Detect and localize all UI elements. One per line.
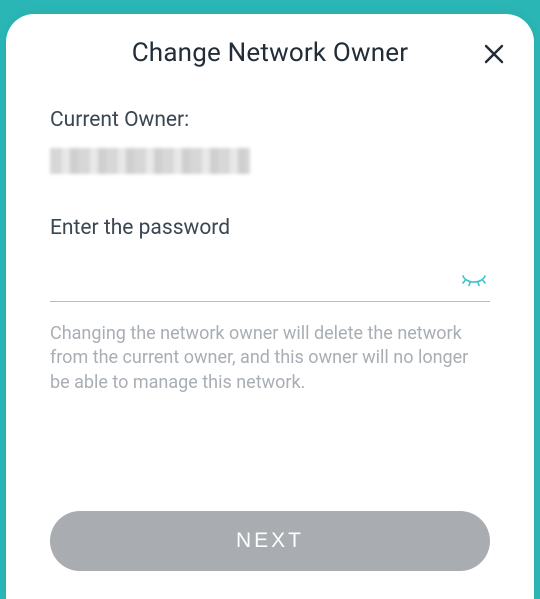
current-owner-label: Current Owner: [50,108,490,132]
password-label: Enter the password [50,216,490,240]
next-button-label: NEXT [236,529,304,553]
toggle-password-visibility-button[interactable] [460,272,488,292]
change-owner-sheet: Change Network Owner Current Owner: Ente… [6,14,534,599]
next-button[interactable]: NEXT [50,511,490,571]
close-icon [482,42,506,66]
warning-note: Changing the network owner will delete t… [50,322,490,395]
password-input[interactable] [50,250,490,302]
dialog-header: Change Network Owner [6,38,534,90]
spacer [50,395,490,511]
current-owner-value [50,148,250,174]
password-row [50,250,490,302]
eye-closed-icon [461,274,487,290]
close-button[interactable] [480,40,508,68]
dialog-content: Current Owner: Enter the password Changi… [6,90,534,511]
dialog-title: Change Network Owner [132,38,409,68]
